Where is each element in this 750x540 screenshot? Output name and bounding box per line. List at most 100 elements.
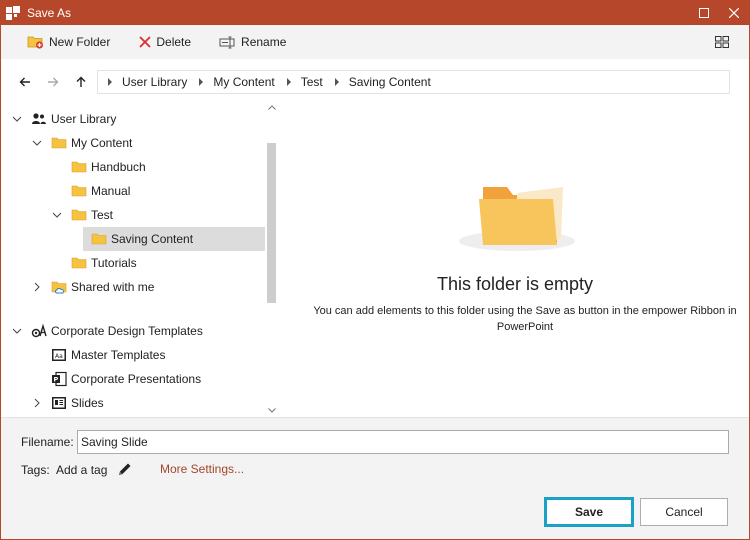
breadcrumb-item[interactable]: Saving Content xyxy=(331,75,439,89)
new-folder-icon xyxy=(27,36,44,49)
chevron-down-icon[interactable] xyxy=(11,113,23,125)
folder-icon xyxy=(91,231,107,247)
cancel-button[interactable]: Cancel xyxy=(640,498,728,526)
folder-tree: User Library My Content Handbuch Manual xyxy=(1,99,281,417)
tags-label: Tags: xyxy=(21,463,50,477)
new-folder-button[interactable]: New Folder xyxy=(23,29,114,55)
breadcrumb[interactable]: User Library My Content Test Saving Cont… xyxy=(97,70,730,94)
tree-label: Test xyxy=(91,208,114,222)
user-library-icon xyxy=(31,111,47,127)
folder-icon xyxy=(71,183,87,199)
folder-icon xyxy=(71,255,87,271)
chevron-right-icon xyxy=(195,78,207,86)
tree-item-master-templates[interactable]: Aa Master Templates xyxy=(1,343,265,367)
delete-label: Delete xyxy=(156,35,192,49)
tree-scrollbar[interactable] xyxy=(265,99,279,417)
tree-label: Saving Content xyxy=(111,232,194,246)
app-logo-icon xyxy=(5,5,21,21)
breadcrumb-label: My Content xyxy=(213,75,275,89)
filename-label: Filename: xyxy=(21,435,74,449)
tree-label: Handbuch xyxy=(91,160,146,174)
folder-icon xyxy=(71,207,87,223)
arrow-right-icon xyxy=(48,77,59,87)
svg-text:P: P xyxy=(54,376,59,384)
grid-view-icon xyxy=(715,36,729,48)
filename-input[interactable] xyxy=(77,430,729,454)
save-button[interactable]: Save xyxy=(544,497,634,527)
rename-label: Rename xyxy=(241,35,287,49)
more-settings-link[interactable]: More Settings... xyxy=(160,462,244,476)
view-toggle-button[interactable] xyxy=(713,33,731,51)
content-pane: This folder is empty You can add element… xyxy=(281,99,749,417)
chevron-right-icon xyxy=(331,78,343,86)
folder-icon xyxy=(71,159,87,175)
breadcrumb-item[interactable]: User Library xyxy=(104,75,195,89)
presentation-icon: P xyxy=(51,371,67,387)
tree-item-tutorials[interactable]: Tutorials xyxy=(1,251,265,275)
up-button[interactable] xyxy=(67,68,95,96)
breadcrumb-item[interactable]: Test xyxy=(283,75,331,89)
empty-folder-icon xyxy=(459,187,575,251)
chevron-down-icon[interactable] xyxy=(51,209,63,221)
scroll-up-icon[interactable] xyxy=(266,101,278,113)
tree-item-my-content[interactable]: My Content xyxy=(1,131,265,155)
arrow-up-icon xyxy=(76,76,86,87)
tree-label: User Library xyxy=(51,112,117,126)
breadcrumb-item[interactable]: My Content xyxy=(195,75,282,89)
delete-button[interactable]: Delete xyxy=(134,29,195,55)
chevron-right-icon[interactable] xyxy=(31,397,43,409)
chevron-right-icon xyxy=(104,78,116,86)
maximize-button[interactable] xyxy=(689,1,719,25)
empty-folder-description: You can add elements to this folder usin… xyxy=(313,305,737,333)
tree-label: Corporate Presentations xyxy=(71,372,202,386)
tree-label: Master Templates xyxy=(71,348,166,362)
arrow-left-icon xyxy=(19,77,30,87)
title-bar: Save As xyxy=(1,1,749,25)
chevron-down-icon[interactable] xyxy=(11,325,23,337)
chevron-down-icon[interactable] xyxy=(31,137,43,149)
folder-icon xyxy=(51,135,67,151)
rename-button[interactable]: Rename xyxy=(215,29,290,55)
tree-item-user-library[interactable]: User Library xyxy=(1,107,265,131)
tree-item-corporate-design-templates[interactable]: Corporate Design Templates xyxy=(1,319,265,343)
tree-item-test[interactable]: Test xyxy=(1,203,265,227)
tree-item-saving-content[interactable]: Saving Content xyxy=(83,227,265,251)
tree-item-corporate-presentations[interactable]: P Corporate Presentations xyxy=(1,367,265,391)
add-tag-text[interactable]: Add a tag xyxy=(56,463,107,477)
navigation-bar: User Library My Content Test Saving Cont… xyxy=(1,67,749,97)
corporate-templates-icon xyxy=(31,323,47,339)
svg-text:Aa: Aa xyxy=(55,353,63,360)
save-as-dialog: Save As New Folder Delete Rename User Li… xyxy=(0,0,750,540)
chevron-right-icon xyxy=(283,78,295,86)
tree-label: Slides xyxy=(71,396,104,410)
maximize-icon xyxy=(699,8,709,18)
breadcrumb-label: Test xyxy=(300,75,323,89)
pencil-icon[interactable] xyxy=(117,461,133,477)
forward-button[interactable] xyxy=(39,68,67,96)
new-folder-label: New Folder xyxy=(49,35,111,49)
rename-icon xyxy=(219,36,235,49)
tree-item-slides[interactable]: Slides xyxy=(1,391,265,415)
delete-icon xyxy=(139,36,151,48)
toolbar: New Folder Delete Rename xyxy=(1,25,749,59)
chevron-right-icon[interactable] xyxy=(31,281,43,293)
tree-item-handbuch[interactable]: Handbuch xyxy=(1,155,265,179)
back-button[interactable] xyxy=(11,68,39,96)
breadcrumb-label: User Library xyxy=(122,75,188,89)
tree-label: My Content xyxy=(71,136,133,150)
close-button[interactable] xyxy=(719,1,749,25)
slides-icon xyxy=(51,395,67,411)
tree-label: Tutorials xyxy=(91,256,137,270)
tree-label: Manual xyxy=(91,184,131,198)
master-templates-icon: Aa xyxy=(51,347,67,363)
scrollbar-thumb[interactable] xyxy=(267,143,276,303)
tree-label: Corporate Design Templates xyxy=(51,324,203,338)
save-options-panel: Filename: Tags: Add a tag More Settings.… xyxy=(1,417,749,539)
breadcrumb-label: Saving Content xyxy=(348,75,431,89)
tree-item-shared-with-me[interactable]: Shared with me xyxy=(1,275,265,299)
scroll-down-icon[interactable] xyxy=(266,404,278,416)
shared-folder-icon xyxy=(51,279,67,295)
empty-folder-title: This folder is empty xyxy=(436,274,594,294)
close-icon xyxy=(729,8,739,18)
tree-item-manual[interactable]: Manual xyxy=(1,179,265,203)
